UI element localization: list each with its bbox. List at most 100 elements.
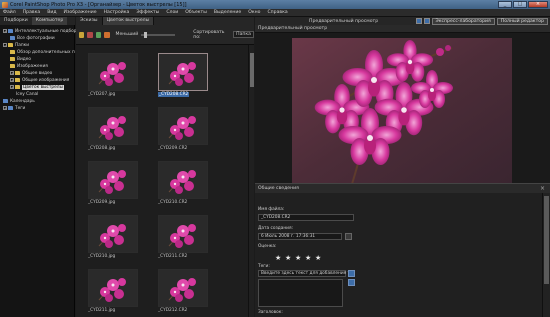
express-lab-button[interactable]: Экспресс-лаборатория xyxy=(431,17,495,25)
tree-item-icey-canal[interactable]: Icey Canal xyxy=(16,91,38,97)
thumbnail-caption: _CYD210.jpg xyxy=(88,254,116,259)
calendar-picker-icon[interactable] xyxy=(345,233,352,240)
info-scrollbar[interactable] xyxy=(542,193,550,317)
menu-image[interactable]: Изображение xyxy=(64,10,97,15)
folder-icon xyxy=(15,78,20,82)
tree-item-public-images[interactable]: + Общие изображения xyxy=(10,77,69,83)
zoom-label: Меньший xyxy=(115,32,139,37)
tab-computer[interactable]: Компьютер xyxy=(31,17,68,25)
tags-input[interactable]: Введите здесь текст для добавления тег xyxy=(258,270,355,277)
thumbnail[interactable] xyxy=(88,269,138,307)
preview-header-title: Предварительный просмотр xyxy=(258,26,328,31)
menu-layers[interactable]: Слои xyxy=(166,10,178,15)
sort-label: Сортировать по: xyxy=(193,29,225,40)
sort-dropdown[interactable]: Папка xyxy=(233,31,254,38)
caption-label: Заголовок: xyxy=(258,310,283,315)
menu-file[interactable]: Файл xyxy=(3,10,16,15)
scrollbar-thumb[interactable] xyxy=(544,196,549,284)
tab-flower-shots[interactable]: Цветок выстрелы xyxy=(102,17,155,25)
menu-view[interactable]: Вид xyxy=(47,10,56,15)
tree-item-flower-shots[interactable]: + Цветок выстрелы xyxy=(10,84,64,90)
tree-item-tags[interactable]: + Теги xyxy=(3,105,25,111)
thumbnail-caption: _CYD207.jpg xyxy=(88,92,116,97)
expand-icon[interactable]: + xyxy=(10,85,14,89)
thumbnail[interactable] xyxy=(88,107,138,145)
menu-help[interactable]: Справка xyxy=(267,10,287,15)
slider-handle[interactable] xyxy=(144,31,148,38)
close-button[interactable]: × xyxy=(528,0,548,8)
thumbnail-grid: _CYD207.jpg _CYD208.CR2 _CYD208.jpg _CYD… xyxy=(76,45,248,317)
expand-icon[interactable]: + xyxy=(3,29,7,33)
thumbnail-caption: _CYD209.CR2 xyxy=(158,146,188,151)
tab-thumbnails[interactable]: Эскизы xyxy=(76,17,103,25)
rating-star-1[interactable]: ★ xyxy=(275,254,281,262)
thumbnail[interactable] xyxy=(88,53,138,91)
menu-selections[interactable]: Выделение xyxy=(214,10,241,15)
thumbnail[interactable] xyxy=(158,107,208,145)
menu-adjust[interactable]: Настройка xyxy=(104,10,130,15)
date-label: Дата создания: xyxy=(258,226,294,231)
menu-edit[interactable]: Правка xyxy=(23,10,40,15)
full-editor-button[interactable]: Полный редактор xyxy=(496,17,548,25)
tree-item-images[interactable]: Изображения xyxy=(10,63,48,69)
tree-item-smart-collections[interactable]: + Интеллектуальные подборки xyxy=(3,28,82,34)
rating-star-3[interactable]: ★ xyxy=(295,254,301,262)
title-bar: Corel PaintShop Photo Pro X3 - [Органайз… xyxy=(0,0,550,9)
preview-toolbar: Предварительный просмотр Экспресс-лабора… xyxy=(255,17,550,25)
orchid-photo xyxy=(159,270,207,306)
add-tag-icon[interactable] xyxy=(348,270,355,277)
tree-item-calendar[interactable]: Календарь xyxy=(3,98,35,104)
thumbnail-caption: _CYD209.jpg xyxy=(88,200,116,205)
left-panel-tabs: Подборки Компьютер xyxy=(0,17,75,25)
expand-icon[interactable]: + xyxy=(3,106,7,110)
scrollbar-thumb[interactable] xyxy=(250,53,254,87)
thumbnail-size-slider[interactable] xyxy=(141,31,176,38)
editor-buttons: Экспресс-лаборатория Полный редактор xyxy=(415,17,550,25)
folder-icon xyxy=(10,64,15,68)
expand-icon[interactable]: + xyxy=(10,71,14,75)
tree-item-public-video[interactable]: + Общее видео xyxy=(10,70,52,76)
browser-toolbar: Меньший Сортировать по: Папка xyxy=(76,25,254,45)
app-icon xyxy=(2,1,8,8)
thumbnail[interactable] xyxy=(88,215,138,253)
tree-item-video[interactable]: Видео xyxy=(10,56,31,62)
thumbnail[interactable] xyxy=(158,161,208,199)
collapse-icon[interactable]: − xyxy=(3,43,7,47)
tab-collections[interactable]: Подборки xyxy=(0,17,32,25)
rotate-icon[interactable] xyxy=(87,31,93,38)
star-tool-icon[interactable] xyxy=(79,31,85,38)
orchid-photo xyxy=(89,162,137,198)
tree-item-all-photos[interactable]: Все фотографии xyxy=(10,35,55,41)
thumbnail[interactable] xyxy=(158,269,208,307)
tag-icon[interactable] xyxy=(95,31,102,38)
tag-list-icon[interactable] xyxy=(348,279,355,286)
delete-icon[interactable] xyxy=(104,31,110,38)
folder-icon xyxy=(15,85,20,89)
filename-field[interactable]: _CYD208.CR2 xyxy=(258,214,354,221)
tree-item-browse-more[interactable]: Обзор дополнительных п xyxy=(10,49,75,55)
thumbnail-scrollbar[interactable] xyxy=(248,45,254,317)
calendar-icon xyxy=(3,99,8,103)
layout-icon[interactable] xyxy=(415,18,422,24)
menu-effects[interactable]: Эффекты xyxy=(136,10,159,15)
minimize-button[interactable]: _ xyxy=(498,0,512,8)
rating-star-5[interactable]: ★ xyxy=(315,254,321,262)
thumbnail[interactable] xyxy=(88,161,138,199)
menu-window[interactable]: Окно xyxy=(248,10,260,15)
rating-star-4[interactable]: ★ xyxy=(305,254,311,262)
close-icon[interactable]: × xyxy=(540,185,545,192)
filename-label: Имя файла: xyxy=(258,207,285,212)
thumbnail-selected[interactable] xyxy=(158,53,208,91)
rating-star-2[interactable]: ★ xyxy=(285,254,291,262)
orchid-photo xyxy=(89,216,137,252)
menu-objects[interactable]: Объекты xyxy=(185,10,207,15)
tags-list[interactable] xyxy=(258,279,343,307)
date-field[interactable]: 6 Июль 2008 г. 17:36:31 xyxy=(258,233,342,240)
maximize-button[interactable]: □ xyxy=(513,0,527,8)
expand-icon[interactable]: + xyxy=(10,78,14,82)
thumbnail[interactable] xyxy=(158,215,208,253)
info-panel: Имя файла: _CYD208.CR2 Дата создания: 6 … xyxy=(255,193,542,317)
tree-item-folders[interactable]: − Папки xyxy=(3,42,29,48)
info-panel-header: Общие сведения × xyxy=(255,183,550,193)
view-icon[interactable] xyxy=(423,18,430,24)
